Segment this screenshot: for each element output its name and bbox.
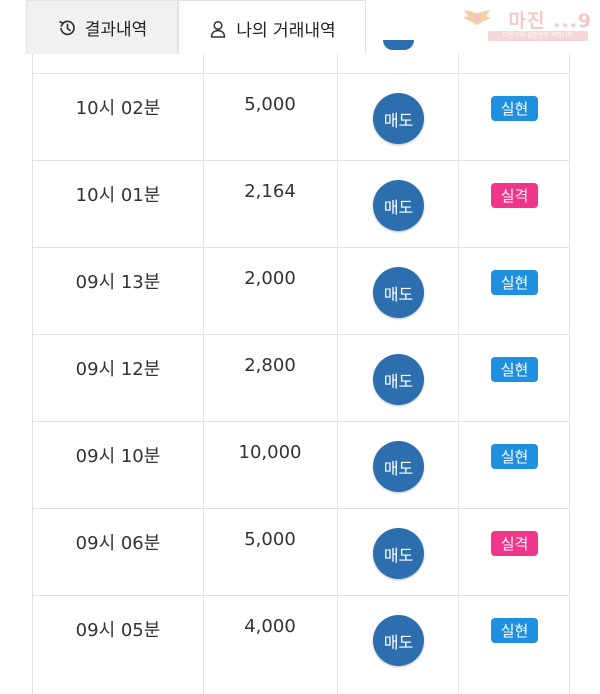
sell-button[interactable]: 매도 (373, 354, 424, 405)
logo-text: 마진 ...9 (508, 10, 592, 32)
trade-amount: 2,164 (244, 181, 296, 202)
table-row: 09시 06분 5,000 매도 실격 (33, 508, 569, 595)
sell-button[interactable]: 매도 (373, 528, 424, 579)
result-badge: 실현 (491, 618, 538, 643)
trade-amount: 2,000 (244, 268, 296, 289)
trade-amount: 5,000 (244, 94, 296, 115)
trade-amount: 4,000 (244, 616, 296, 637)
trade-amount: 2,800 (244, 355, 296, 376)
trade-time: 09시 13분 (75, 272, 161, 293)
result-badge: 실현 (491, 357, 538, 382)
table-row: 10시 01분 2,164 매도 실격 (33, 160, 569, 247)
tab-my-trades[interactable]: 나의 거래내역 (178, 0, 366, 56)
trade-time: 09시 05분 (75, 620, 161, 641)
history-icon (57, 18, 77, 38)
table-row: 10시 02분 5,000 매도 실현 (33, 73, 569, 160)
trade-time: 09시 12분 (75, 359, 161, 380)
sell-button[interactable]: 매도 (373, 267, 424, 318)
tab-my-trades-label: 나의 거래내역 (236, 21, 336, 41)
table-row: 09시 10분 10,000 매도 실현 (33, 421, 569, 508)
sell-button[interactable]: 매도 (373, 615, 424, 666)
watermark-logo: 마진 ...9 마진거래 검증전문 커뮤니티 (462, 4, 594, 44)
sell-button[interactable]: 매도 (373, 180, 424, 231)
table-row: 09시 13분 2,000 매도 실현 (33, 247, 569, 334)
trade-time: 10시 01분 (75, 185, 161, 206)
result-badge: 실현 (491, 270, 538, 295)
tab-results-label: 결과내역 (84, 20, 148, 40)
trade-amount: 5,000 (244, 529, 296, 550)
sell-button[interactable]: 매도 (373, 441, 424, 492)
user-icon (208, 19, 228, 39)
trade-time: 09시 10분 (75, 446, 161, 467)
table-row: 09시 12분 2,800 매도 실현 (33, 334, 569, 421)
tab-results[interactable]: 결과내역 (26, 0, 178, 54)
trade-amount: 10,000 (238, 442, 302, 463)
table-row: 09시 05분 4,000 매도 실현 (33, 595, 569, 682)
result-badge: 실격 (491, 183, 538, 208)
trade-history-table: 10시 02분 5,000 매도 실현 10시 01분 2,164 매도 실격 … (32, 40, 570, 694)
sell-button[interactable]: 매도 (373, 93, 424, 144)
logo-subtext: 마진거래 검증전문 커뮤니티 (488, 31, 588, 41)
trade-time: 10시 02분 (75, 98, 161, 119)
result-badge: 실현 (491, 444, 538, 469)
result-badge: 실현 (491, 96, 538, 121)
trade-time: 09시 06분 (75, 533, 161, 554)
result-badge: 실격 (491, 531, 538, 556)
